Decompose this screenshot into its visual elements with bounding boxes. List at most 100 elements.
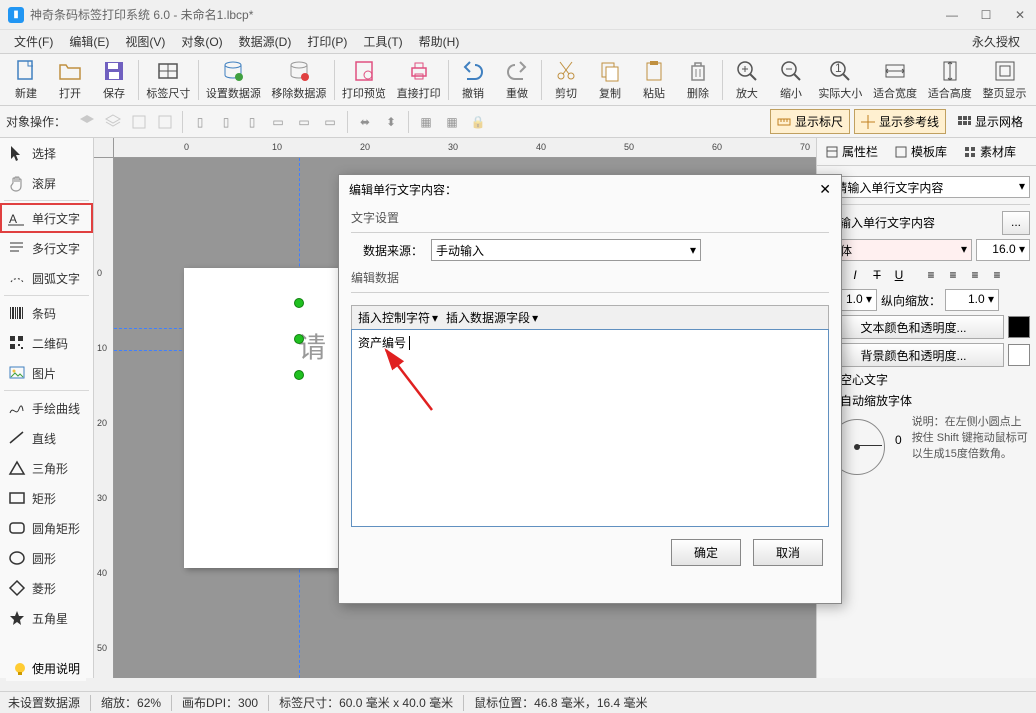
tool-textarc[interactable]: 圆弧文字 bbox=[0, 263, 93, 293]
tab-assets[interactable]: 素材库 bbox=[959, 141, 1020, 162]
tool-circle[interactable]: 圆形 bbox=[0, 543, 93, 573]
align-center-button[interactable]: ≡ bbox=[943, 265, 963, 285]
tb-zoom1[interactable]: 1实际大小 bbox=[813, 56, 868, 104]
layer2-icon[interactable] bbox=[102, 111, 124, 133]
lock-icon[interactable]: 🔒 bbox=[467, 111, 489, 133]
tab-templates[interactable]: 模板库 bbox=[890, 141, 951, 162]
insert-control-char-button[interactable]: 插入控制字符▾ bbox=[358, 309, 438, 326]
handle-top[interactable] bbox=[294, 298, 304, 308]
menu-help[interactable]: 帮助(H) bbox=[413, 31, 466, 52]
dist-v-icon[interactable]: ⬍ bbox=[380, 111, 402, 133]
tb-size[interactable]: 标签尺寸 bbox=[141, 56, 196, 104]
tb-paste[interactable]: 粘贴 bbox=[632, 56, 676, 104]
layer-icon[interactable] bbox=[76, 111, 98, 133]
show-guides-toggle[interactable]: 显示参考线 bbox=[854, 109, 946, 134]
tool-image[interactable]: 图片 bbox=[0, 358, 93, 388]
help-button[interactable]: 使用说明 bbox=[6, 656, 86, 681]
tb-delete[interactable]: 删除 bbox=[676, 56, 720, 104]
italic-button[interactable]: I bbox=[845, 265, 865, 285]
tool-textm[interactable]: 多行文字 bbox=[0, 233, 93, 263]
tool-star[interactable]: 五角星 bbox=[0, 603, 93, 633]
content-more-button[interactable]: ... bbox=[1002, 211, 1030, 235]
maximize-button[interactable]: ☐ bbox=[978, 8, 994, 22]
vscale-input[interactable]: 1.0 ▾ bbox=[945, 289, 999, 311]
qr-icon bbox=[8, 334, 26, 352]
text-color-button[interactable]: 文本颜色和透明度... bbox=[823, 315, 1004, 339]
tb-zoomin[interactable]: 放大 bbox=[725, 56, 769, 104]
layer4-icon[interactable] bbox=[154, 111, 176, 133]
align-bottom-icon[interactable]: ▭ bbox=[319, 111, 341, 133]
align-center-icon[interactable]: ▯ bbox=[215, 111, 237, 133]
align-justify-button[interactable]: ≡ bbox=[987, 265, 1007, 285]
underline-button[interactable]: U bbox=[889, 265, 909, 285]
handle-bot[interactable] bbox=[294, 370, 304, 380]
tb-ds-set[interactable]: 设置数据源 bbox=[201, 56, 266, 104]
tb-save[interactable]: 保存 bbox=[92, 56, 136, 104]
text-content-dropdown[interactable]: - 请输入单行文字内容▾ bbox=[823, 176, 1030, 198]
tool-tri[interactable]: 三角形 bbox=[0, 453, 93, 483]
font-size-input[interactable]: 16.0 ▾ bbox=[976, 239, 1030, 261]
align-left-icon[interactable]: ▯ bbox=[189, 111, 211, 133]
tb-fith[interactable]: 适合高度 bbox=[922, 56, 977, 104]
tool-qr[interactable]: 二维码 bbox=[0, 328, 93, 358]
status-datasource: 未设置数据源 bbox=[8, 694, 80, 711]
tb-new[interactable]: 新建 bbox=[4, 56, 48, 104]
show-grid-toggle[interactable]: 显示网格 bbox=[950, 109, 1030, 134]
ungroup-icon[interactable]: ▦ bbox=[441, 111, 463, 133]
text-object[interactable]: 请 bbox=[298, 326, 326, 366]
menu-datasource[interactable]: 数据源(D) bbox=[233, 31, 298, 52]
tb-copy[interactable]: 复制 bbox=[588, 56, 632, 104]
show-ruler-toggle[interactable]: 显示标尺 bbox=[770, 109, 850, 134]
tool-text1[interactable]: A单行文字 bbox=[0, 203, 93, 233]
align-right-button[interactable]: ≡ bbox=[965, 265, 985, 285]
text-color-swatch[interactable] bbox=[1008, 316, 1030, 338]
fitw-icon bbox=[883, 59, 907, 83]
align-right-icon[interactable]: ▯ bbox=[241, 111, 263, 133]
menu-print[interactable]: 打印(P) bbox=[301, 31, 353, 52]
dialog-close-button[interactable]: ✕ bbox=[819, 181, 831, 198]
tb-ds-del[interactable]: 移除数据源 bbox=[266, 56, 331, 104]
menu-file[interactable]: 文件(F) bbox=[8, 31, 59, 52]
dialog-textarea[interactable]: 资产编号 bbox=[351, 329, 829, 527]
handle-mid[interactable] bbox=[294, 334, 304, 344]
tool-rect[interactable]: 矩形 bbox=[0, 483, 93, 513]
tool-barcode[interactable]: 条码 bbox=[0, 298, 93, 328]
menu-edit[interactable]: 编辑(E) bbox=[63, 31, 115, 52]
align-left-button[interactable]: ≡ bbox=[921, 265, 941, 285]
bg-color-button[interactable]: 背景颜色和透明度... bbox=[823, 343, 1004, 367]
tb-fitp[interactable]: 整页显示 bbox=[977, 56, 1032, 104]
align-middle-icon[interactable]: ▭ bbox=[293, 111, 315, 133]
insert-datasource-field-button[interactable]: 插入数据源字段▾ bbox=[446, 309, 538, 326]
close-button[interactable]: ✕ bbox=[1012, 8, 1028, 22]
tb-fitw[interactable]: 适合宽度 bbox=[868, 56, 923, 104]
tb-preview[interactable]: 打印预览 bbox=[337, 56, 392, 104]
strike-button[interactable]: T bbox=[867, 265, 887, 285]
menu-view[interactable]: 视图(V) bbox=[119, 31, 171, 52]
minimize-button[interactable]: — bbox=[944, 8, 960, 22]
tool-rrect[interactable]: 圆角矩形 bbox=[0, 513, 93, 543]
tb-cut[interactable]: 剪切 bbox=[544, 56, 588, 104]
tool-line[interactable]: 直线 bbox=[0, 423, 93, 453]
menu-object[interactable]: 对象(O) bbox=[175, 31, 228, 52]
group-icon[interactable]: ▦ bbox=[415, 111, 437, 133]
font-select[interactable]: 宋体▾ bbox=[823, 239, 972, 261]
dialog-ok-button[interactable]: 确定 bbox=[671, 539, 741, 566]
tb-print[interactable]: 直接打印 bbox=[391, 56, 446, 104]
tb-open[interactable]: 打开 bbox=[48, 56, 92, 104]
tool-freehand[interactable]: 手绘曲线 bbox=[0, 393, 93, 423]
dialog-group-edit-data: 编辑数据 bbox=[351, 269, 829, 286]
align-top-icon[interactable]: ▭ bbox=[267, 111, 289, 133]
tb-zoomout[interactable]: 缩小 bbox=[769, 56, 813, 104]
tb-redo[interactable]: 重做 bbox=[495, 56, 539, 104]
dialog-cancel-button[interactable]: 取消 bbox=[753, 539, 823, 566]
tool-pointer[interactable]: 选择 bbox=[0, 138, 93, 168]
dist-h-icon[interactable]: ⬌ bbox=[354, 111, 376, 133]
bg-color-swatch[interactable] bbox=[1008, 344, 1030, 366]
tool-diamond[interactable]: 菱形 bbox=[0, 573, 93, 603]
menu-tools[interactable]: 工具(T) bbox=[357, 31, 408, 52]
layer3-icon[interactable] bbox=[128, 111, 150, 133]
tool-hand[interactable]: 滚屏 bbox=[0, 168, 93, 198]
tb-undo[interactable]: 撤销 bbox=[451, 56, 495, 104]
dialog-src-select[interactable]: 手动输入▾ bbox=[431, 239, 701, 261]
tab-properties[interactable]: 属性栏 bbox=[821, 141, 882, 162]
